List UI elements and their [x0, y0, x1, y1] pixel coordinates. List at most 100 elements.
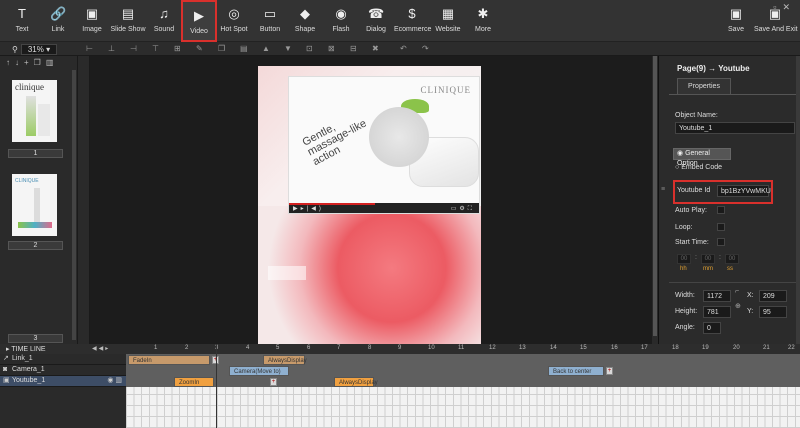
start-time-hours[interactable]: 00	[677, 254, 691, 264]
align-right-icon[interactable]: ⊣	[130, 44, 137, 53]
timeline-collapse-icons[interactable]: ◀◀▸	[92, 345, 110, 352]
keyframe-marker[interactable]: +	[606, 367, 613, 375]
layer-tools[interactable]: ◉ ▥	[107, 376, 122, 386]
clip-fade-in[interactable]: FadeIn	[128, 355, 210, 365]
toolbar-image-button[interactable]: ▣ Image	[74, 0, 110, 42]
visibility-eye-icon[interactable]: ◉	[107, 377, 113, 384]
volume-icon[interactable]: ◀)	[311, 206, 324, 212]
pages-scrollbar[interactable]	[72, 70, 76, 340]
delete-page-icon[interactable]: ▥	[46, 58, 59, 67]
toolbar-website-button[interactable]: ▦ Website	[430, 0, 466, 42]
start-time-seconds[interactable]: 00	[725, 254, 739, 264]
skip-icon[interactable]: ▸|	[301, 206, 312, 212]
align-left-icon[interactable]: ⊢	[86, 44, 93, 53]
zoom-select[interactable]: 31% ▾	[20, 44, 58, 55]
time-separator: :	[695, 254, 697, 261]
link-ratio-icon[interactable]: ⌐	[735, 288, 739, 295]
toolbar-flash-button[interactable]: ◉ Flash	[323, 0, 359, 42]
start-time-checkbox[interactable]	[717, 238, 725, 246]
properties-scrollbar[interactable]	[796, 56, 800, 344]
save-button[interactable]: ▣ Save	[718, 0, 754, 42]
clip-zoom-in[interactable]: ZoomIn	[174, 377, 214, 387]
toolbar-shape-button[interactable]: ◆ Shape	[287, 0, 323, 42]
angle-field[interactable]: 0	[703, 322, 721, 334]
align-top-icon[interactable]: ⊤	[152, 44, 159, 53]
video-right-controls[interactable]: ▭⚙⛶	[451, 205, 475, 213]
bring-front-icon[interactable]: ▲	[262, 44, 270, 53]
youtube-id-field[interactable]: bp1BzYVwMKU	[717, 185, 771, 197]
height-field[interactable]: 781	[703, 306, 731, 318]
lock-icon[interactable]: ⊡	[306, 44, 313, 53]
align-center-icon[interactable]: ⊥	[108, 44, 115, 53]
add-page-icon[interactable]: +	[24, 58, 34, 67]
timeline-row-youtube[interactable]: ▣ Youtube_1 ◉ ▥	[0, 376, 126, 387]
zoom-control[interactable]: ⚲ 31% ▾	[12, 44, 58, 55]
settings-icon[interactable]: ⚙	[459, 206, 467, 212]
close-icon[interactable]: ✕	[782, 2, 796, 12]
website-icon: ▦	[441, 6, 455, 21]
panel-resize-grip[interactable]: ≡	[661, 186, 665, 193]
send-back-icon[interactable]: ▼	[284, 44, 292, 53]
design-canvas[interactable]: CLINIQUE Gentle, massage-like action ▶▸|…	[90, 56, 658, 344]
toolbar-more-button[interactable]: ✱ More	[465, 0, 501, 42]
toolbar-dialog-button[interactable]: ☎ Dialog	[358, 0, 394, 42]
timeline-row-link[interactable]: ↗ Link_1	[0, 354, 126, 365]
toolbar-text-button[interactable]: T Text	[4, 0, 40, 42]
timeline-ruler[interactable]: 1 2 3 4 5 6 7 8 9 10 11 12 13 14 15 16 1…	[126, 344, 800, 354]
move-down-icon[interactable]: ↓	[15, 58, 24, 67]
copy-icon[interactable]: ❐	[218, 44, 225, 53]
toolbar-label: Sound	[153, 26, 175, 33]
y-field[interactable]: 95	[759, 306, 787, 318]
width-field[interactable]: 1172	[703, 290, 731, 302]
clip-camera-move[interactable]: Camera(Move to)	[229, 366, 289, 376]
loop-checkbox[interactable]	[717, 223, 725, 231]
track-youtube	[126, 376, 800, 387]
ungroup-icon[interactable]: ⊟	[350, 44, 357, 53]
clip-always-display[interactable]: AlwaysDisplay	[263, 355, 307, 365]
timeline-playhead[interactable]	[216, 344, 217, 428]
embed-code-radio[interactable]: ○ Embed Code	[675, 164, 722, 171]
page-preview[interactable]: CLINIQUE Gentle, massage-like action ▶▸|…	[258, 66, 481, 344]
auto-play-checkbox[interactable]	[717, 206, 725, 214]
video-controls[interactable]: ▶▸|◀) ▭⚙⛶	[289, 203, 479, 213]
paste-icon[interactable]: ▤	[240, 44, 248, 53]
group-icon[interactable]: ⊠	[328, 44, 335, 53]
distribute-icon[interactable]: ⊞	[174, 44, 181, 53]
undo-icon[interactable]: ↶	[400, 44, 407, 53]
x-field[interactable]: 209	[759, 290, 787, 302]
delete-icon[interactable]: ✖	[372, 44, 379, 53]
move-up-icon[interactable]: ↑	[6, 58, 15, 67]
tick: 18	[672, 345, 679, 351]
toolbar-hot-spot-button[interactable]: ◎ Hot Spot	[216, 0, 252, 42]
aspect-lock-icon[interactable]: ⊕	[735, 302, 741, 310]
page-thumbnail-1[interactable]: clinique	[12, 80, 57, 142]
toolbar-slide-show-button[interactable]: ▤ Slide Show	[110, 0, 146, 42]
video-left-controls[interactable]: ▶▸|◀)	[293, 205, 324, 212]
tab-properties[interactable]: Properties	[677, 78, 731, 94]
hotspot-placeholder[interactable]	[268, 266, 306, 280]
youtube-video-object[interactable]: CLINIQUE Gentle, massage-like action ▶▸|…	[288, 76, 480, 214]
redo-icon[interactable]: ↷	[422, 44, 429, 53]
edit-icon[interactable]: ✎	[196, 44, 203, 53]
keyframe-marker[interactable]: +	[270, 378, 277, 386]
general-option-radio[interactable]: ◉ General Option	[673, 148, 731, 167]
toolbar-link-button[interactable]: 🔗 Link	[40, 0, 76, 42]
toolbar-button-button[interactable]: ▭ Button	[252, 0, 288, 42]
toolbar-video-button[interactable]: ▶ Video	[181, 0, 217, 42]
tick: 9	[398, 345, 402, 351]
start-time-minutes[interactable]: 00	[701, 254, 715, 264]
fullscreen-icon[interactable]: ⛶	[468, 206, 475, 212]
page-thumbnail-2[interactable]: CLINIQUE	[12, 174, 57, 236]
play-icon[interactable]: ▶	[293, 206, 301, 212]
clip-back-to-center[interactable]: Back to center	[548, 366, 604, 376]
window-controls[interactable]: ▫✕	[773, 2, 796, 13]
object-name-field[interactable]: Youtube_1	[675, 122, 795, 134]
copy-page-icon[interactable]: ❐	[34, 58, 46, 67]
trash-icon[interactable]: ▥	[115, 377, 122, 384]
scrollbar-thumb[interactable]	[653, 56, 657, 336]
floppy-icon: ▣	[729, 6, 743, 21]
timeline-row-camera[interactable]: ◙ Camera_1	[0, 365, 126, 376]
clip-always-display-youtube[interactable]: AlwaysDisplay	[334, 377, 378, 387]
toolbar-sound-button[interactable]: ♫ Sound	[146, 0, 182, 42]
toolbar-ecommerce-button[interactable]: $ Ecommerce	[394, 0, 431, 42]
